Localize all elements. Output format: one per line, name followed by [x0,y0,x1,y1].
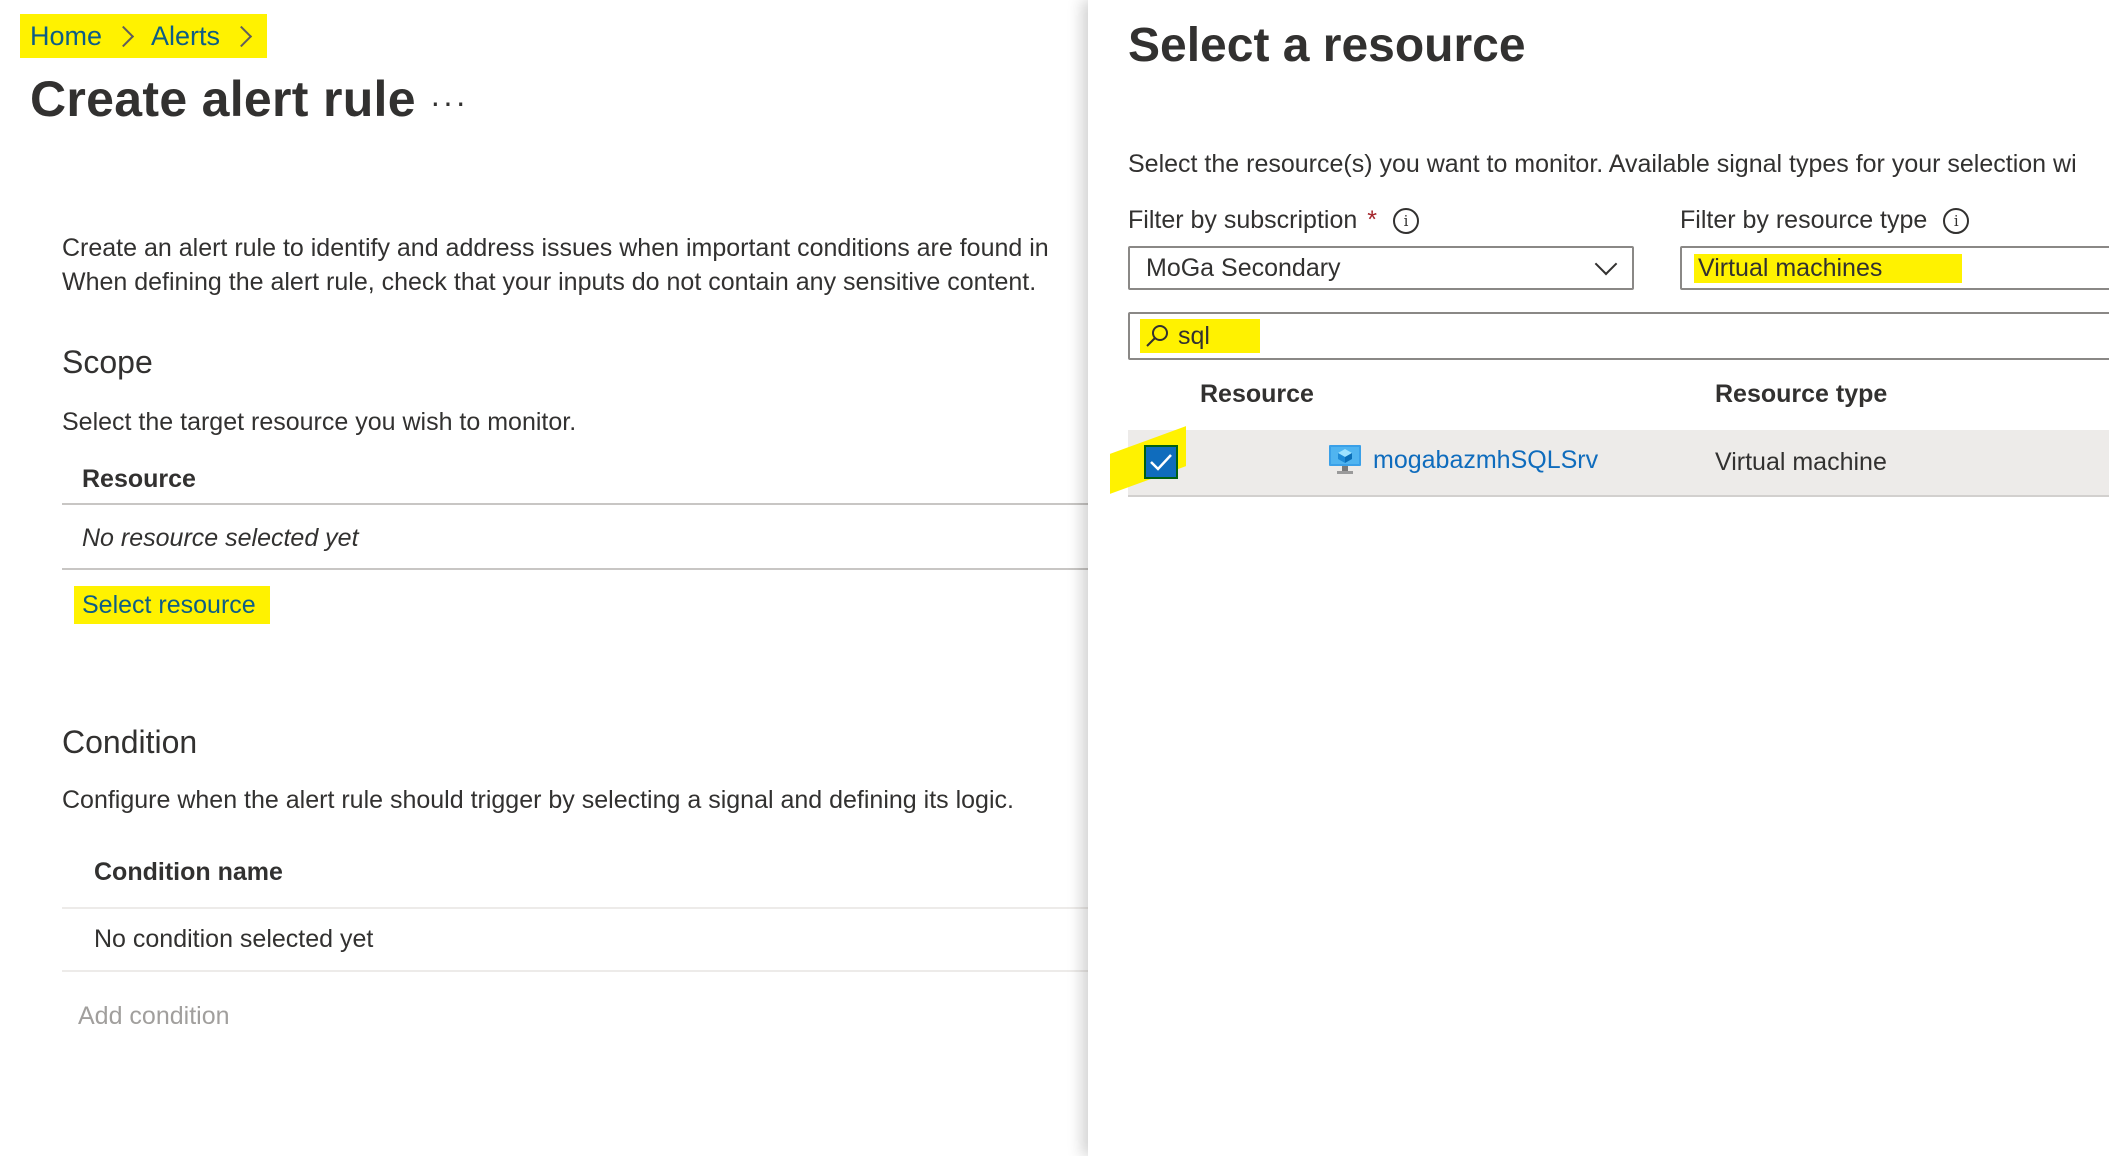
chevron-right-icon [230,25,253,47]
add-condition-link[interactable]: Add condition [78,1002,230,1031]
no-condition-text: No condition selected yet [94,925,374,953]
resource-type-dropdown-value: Virtual machines [1694,253,1963,283]
panel-description: Select the resource(s) you want to monit… [1128,150,2077,178]
search-input-value: sql [1178,321,1210,350]
condition-description: Configure when the alert rule should tri… [62,786,1014,814]
row-checkbox[interactable] [1144,445,1178,479]
chevron-right-icon [112,25,135,47]
resource-type-dropdown[interactable]: Virtual machines [1680,246,2109,290]
subscription-filter-label: Filter by subscription * i [1128,206,1419,235]
resource-type-filter-label-text: Filter by resource type [1680,206,1928,234]
required-asterisk: * [1367,206,1377,234]
divider [62,970,1088,972]
resource-type-filter-label: Filter by resource type i [1680,206,1970,235]
search-icon [1146,325,1168,347]
resource-type-cell: Virtual machine [1715,448,1887,476]
checkmark-icon [1150,454,1172,471]
page-title: Create alert rule [30,71,416,127]
resource-name-link[interactable]: mogabazmhSQLSrv [1373,446,1598,475]
resource-column-header: Resource [82,465,196,493]
subscription-dropdown[interactable]: MoGa Secondary [1128,246,1634,290]
no-resource-text: No resource selected yet [82,524,359,552]
chevron-down-icon [1594,252,1618,276]
panel-title: Select a resource [1128,19,1526,72]
subscription-dropdown-value: MoGa Secondary [1146,253,1341,282]
condition-heading: Condition [62,724,198,760]
divider [62,503,1088,505]
info-icon[interactable]: i [1392,207,1419,234]
breadcrumb-home-link[interactable]: Home [30,21,102,52]
info-icon[interactable]: i [1943,207,1970,234]
search-input-content: sql [1140,319,1260,353]
scope-heading: Scope [62,344,153,380]
intro-text-line-1: Create an alert rule to identify and add… [62,234,1049,262]
intro-text-line-2: When defining the alert rule, check that… [62,268,1037,296]
subscription-filter-label-text: Filter by subscription [1128,206,1358,234]
resource-column-header[interactable]: Resource [1200,380,1314,409]
select-resource-link[interactable]: Select resource [74,586,270,624]
divider [62,907,1088,909]
scope-description: Select the target resource you wish to m… [62,408,577,436]
select-resource-panel: Select a resource Select the resource(s)… [1088,0,2109,1156]
breadcrumb: Home Alerts [20,14,268,58]
more-options-button[interactable]: ··· [430,84,468,121]
condition-name-column-header: Condition name [94,858,283,886]
breadcrumb-alerts-link[interactable]: Alerts [151,21,220,52]
divider [62,568,1088,570]
create-alert-rule-page: Home Alerts Create alert rule ··· Create… [0,0,1088,1156]
resource-type-column-header[interactable]: Resource type [1715,380,1887,409]
search-input[interactable]: sql [1128,312,2109,360]
table-row[interactable]: mogabazmhSQLSrv Virtual machine [1110,426,2109,497]
virtual-machine-icon [1329,445,1361,474]
